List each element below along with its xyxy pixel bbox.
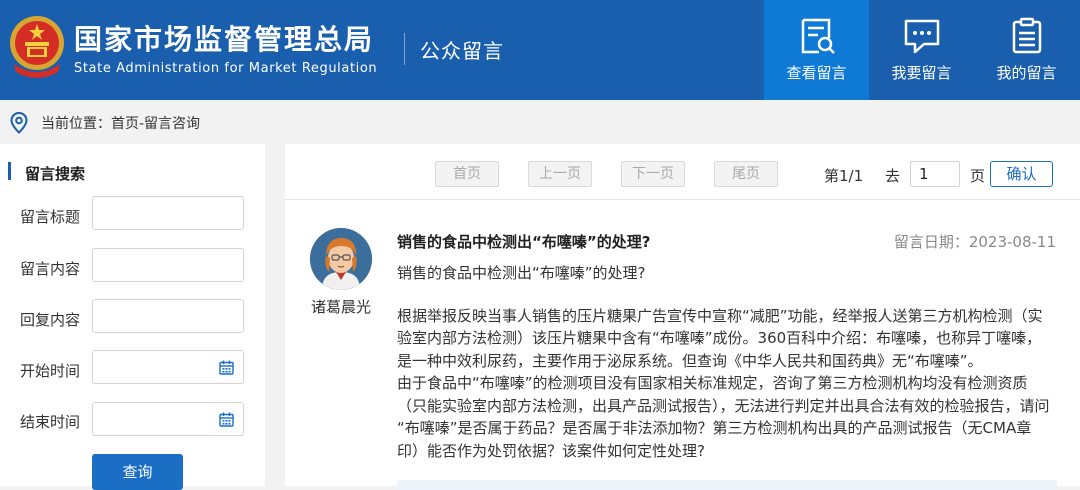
content-field-label: 留言内容 <box>20 260 81 278</box>
message-date: 留言日期：2023-08-11 <box>893 233 1056 251</box>
goto-page-input[interactable]: 1 <box>910 161 960 187</box>
reply-box <box>397 480 1057 490</box>
message-lead: 销售的食品中检测出“布噻嗪”的处理? <box>397 264 646 282</box>
message-line: 印）能否作为处罚依据？该案件如何定性处理? <box>397 441 705 460</box>
prev-page-button[interactable]: 上一页 <box>528 161 592 187</box>
message-body: 销售的食品中检测出“布噻嗪”的处理? 根据举报反映当事人销售的压片糖果广告宣传中… <box>397 262 1057 462</box>
title-field-label: 留言标题 <box>20 208 81 226</box>
content-field[interactable] <box>92 248 244 282</box>
page-unit-label: 页 <box>970 167 986 185</box>
title-accent-bar <box>8 162 11 180</box>
message-line: “布噻嗪”是否属于药品？是否属于非法添加物？第三方检测机构出具的产品测试报告（无… <box>397 419 1032 437</box>
start-date-field[interactable] <box>92 350 244 384</box>
brand-title-en: State Administration for Market Regulati… <box>74 61 378 76</box>
reply-field[interactable] <box>92 299 244 333</box>
calendar-icon[interactable] <box>219 412 234 427</box>
search-panel-title: 留言搜索 <box>25 165 86 183</box>
nav-view-messages[interactable]: 查看留言 <box>764 0 869 100</box>
end-date-field[interactable] <box>92 402 244 436</box>
location-pin-icon <box>10 112 28 134</box>
national-emblem-icon <box>10 16 64 78</box>
message-line: 是一种中效利尿药，主要作用于泌尿系统。但查询《中华人民共和国药典》无“布噻嗪”。 <box>397 351 983 370</box>
user-avatar-icon <box>310 228 372 290</box>
nav-label: 我的留言 <box>996 64 1057 82</box>
section-subtitle: 公众留言 <box>420 39 504 63</box>
nav-my-messages[interactable]: 我的留言 <box>974 0 1079 100</box>
author-name: 诸葛晨光 <box>310 298 371 316</box>
query-button[interactable]: 查询 <box>92 454 183 490</box>
end-date-label: 结束时间 <box>20 413 81 431</box>
message-title[interactable]: 销售的食品中检测出“布噻嗪”的处理? <box>397 231 650 252</box>
chat-bubble-icon <box>904 19 940 54</box>
header-divider <box>404 33 405 65</box>
last-page-button[interactable]: 尾页 <box>714 161 778 187</box>
next-page-button[interactable]: 下一页 <box>621 161 685 187</box>
view-messages-icon <box>801 18 835 54</box>
first-page-button[interactable]: 首页 <box>435 161 499 187</box>
avatar <box>310 228 372 290</box>
search-panel: 留言搜索 留言标题 留言内容 回复内容 开始时间 结束时间 查询 <box>0 144 265 490</box>
breadcrumb: 当前位置：首页-留言咨询 <box>0 100 1080 144</box>
message-list-panel: 首页 上一页 下一页 尾页 第1/1 去 1 页 确认 诸葛晨光 销售的食品中检… <box>285 144 1080 490</box>
goto-confirm-button[interactable]: 确认 <box>990 161 1053 187</box>
brand-title-cn: 国家市场监督管理总局 <box>74 23 375 56</box>
goto-label: 去 <box>885 167 901 185</box>
message-line: （只能实验室内部方法检测，出具产品测试报告），无法进行判定并出具合法有效的检验报… <box>397 396 1050 415</box>
nav-leave-message[interactable]: 我要留言 <box>869 0 974 100</box>
reply-field-label: 回复内容 <box>20 311 81 329</box>
start-date-label: 开始时间 <box>20 362 81 380</box>
nav-label: 我要留言 <box>891 64 952 82</box>
message-line: 验室内部方法检测）该压片糖果中含有“布噻嗪”成份。360百科中介绍：布噻嗪，也称… <box>397 329 1042 347</box>
pagination-bar: 首页 上一页 下一页 尾页 第1/1 去 1 页 确认 <box>285 144 1080 200</box>
calendar-icon[interactable] <box>219 360 234 375</box>
message-line: 根据举报反映当事人销售的压片糖果广告宣传中宣称“减肥”功能，经举报人送第三方机构… <box>397 306 1043 325</box>
site-header: 国家市场监督管理总局 State Administration for Mark… <box>0 0 1080 100</box>
page-indicator: 第1/1 <box>824 167 864 185</box>
clipboard-list-icon <box>1012 17 1042 54</box>
message-line: 由于食品中“布噻嗪”的检测项目没有国家相关标准规定，咨询了第三方检测机构均没有检… <box>397 374 1028 392</box>
title-field[interactable] <box>92 196 244 230</box>
breadcrumb-text: 当前位置：首页-留言咨询 <box>41 116 201 132</box>
nav-label: 查看留言 <box>786 64 847 82</box>
